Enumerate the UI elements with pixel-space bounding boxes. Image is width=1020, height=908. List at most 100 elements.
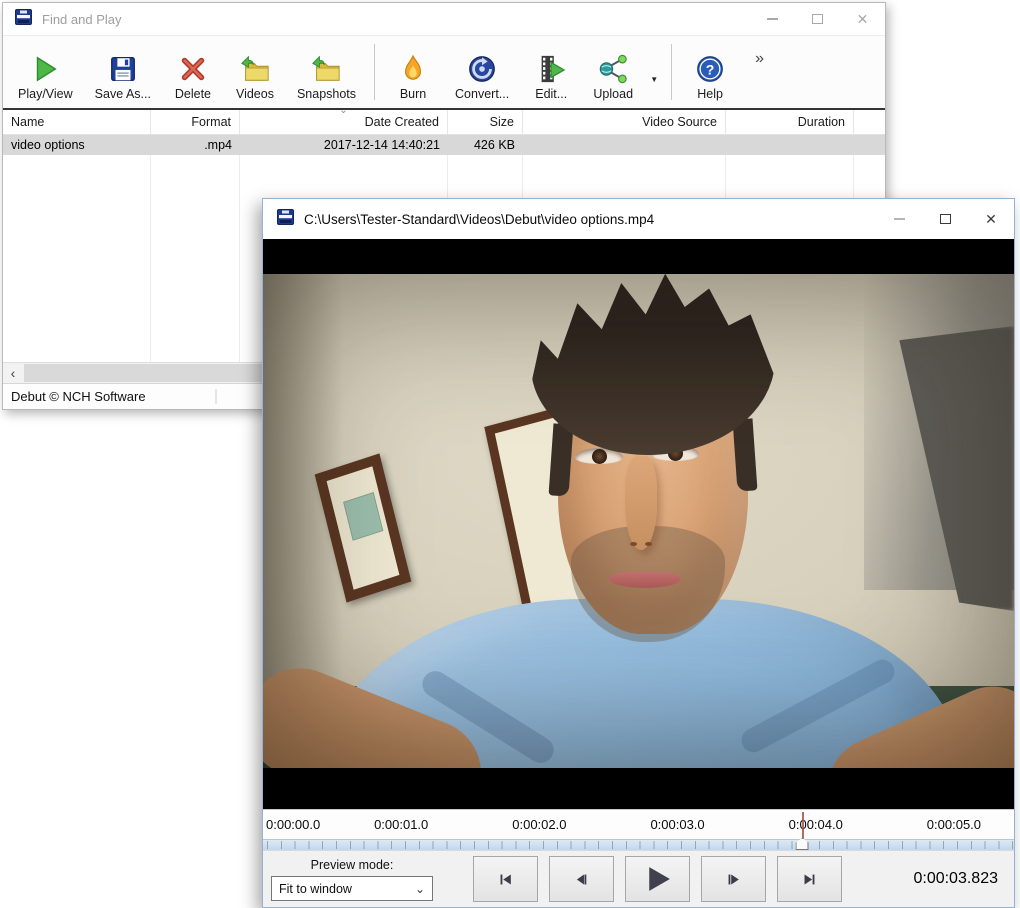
minor-ticks — [267, 841, 1014, 849]
column-header-duration[interactable]: Duration — [726, 110, 854, 134]
player-window-title: C:\Users\Tester-Standard\Videos\Debut\vi… — [304, 212, 654, 227]
timeline-tick-strip[interactable] — [263, 839, 1014, 850]
cell-format: .mp4 — [151, 135, 240, 155]
sort-indicator-icon: ⌄ — [339, 105, 347, 116]
close-icon: ✕ — [985, 212, 997, 226]
toolbar-label: Play/View — [18, 87, 73, 101]
video-display-area — [263, 239, 1014, 809]
next-frame-button[interactable] — [701, 856, 766, 902]
delete-button[interactable]: Delete — [162, 36, 224, 108]
time-tick-label: 0:00:03.0 — [650, 817, 704, 832]
close-button[interactable]: ✕ — [840, 3, 885, 35]
status-text: Debut © NCH Software — [11, 389, 146, 404]
next-frame-icon — [725, 871, 742, 888]
debut-app-icon — [277, 209, 294, 230]
playhead-marker[interactable] — [796, 838, 809, 850]
toolbar-separator — [671, 44, 672, 100]
window-title: Find and Play — [42, 12, 122, 27]
help-button[interactable]: ? Help — [679, 36, 741, 108]
play-button[interactable] — [625, 856, 690, 902]
upload-button[interactable]: Upload — [582, 36, 644, 108]
edit-button[interactable]: Edit... — [520, 36, 582, 108]
playback-time-display: 0:00:03.823 — [913, 870, 998, 888]
save-as-button[interactable]: Save As... — [84, 36, 162, 108]
timeline-ruler[interactable]: 0:00:00.0 0:00:01.0 0:00:02.0 0:00:03.0 … — [263, 809, 1014, 839]
folder-icon — [239, 52, 271, 84]
snapshots-folder-button[interactable]: Snapshots — [286, 36, 367, 108]
column-header-date-created[interactable]: ⌄ Date Created — [240, 110, 448, 134]
toolbar-label: Edit... — [535, 87, 567, 101]
share-upload-icon — [597, 52, 629, 84]
previous-frame-icon — [573, 871, 590, 888]
convert-button[interactable]: Convert... — [444, 36, 520, 108]
playback-control-bar: Preview mode: Fit to window ⌄ — [263, 850, 1014, 907]
player-titlebar[interactable]: C:\Users\Tester-Standard\Videos\Debut\vi… — [263, 199, 1014, 239]
cell-video-source — [523, 135, 726, 155]
play-icon — [643, 864, 673, 894]
close-button[interactable]: ✕ — [968, 199, 1014, 239]
man-sideburn — [733, 418, 758, 491]
go-to-end-icon — [801, 871, 818, 888]
time-tick-label: 0:00:02.0 — [512, 817, 566, 832]
toolbar-overflow-chevron[interactable]: » — [747, 50, 772, 68]
toolbar-label: Videos — [236, 87, 274, 101]
toolbar-separator — [374, 44, 375, 100]
transport-buttons — [473, 856, 842, 902]
upload-dropdown-arrow[interactable]: ▼ — [644, 71, 664, 88]
column-header-name[interactable]: Name — [3, 110, 151, 134]
floppy-disk-icon — [108, 52, 138, 84]
chevron-down-icon: ⌄ — [415, 882, 425, 896]
minimize-button[interactable] — [750, 3, 795, 35]
status-bar-divider — [215, 389, 217, 404]
column-header-format[interactable]: Format — [151, 110, 240, 134]
previous-frame-button[interactable] — [549, 856, 614, 902]
toolbar-label: Burn — [400, 87, 426, 101]
time-tick-label: 0:00:04.0 — [789, 817, 843, 832]
table-row-selected[interactable]: video options .mp4 2017-12-14 14:40:21 4… — [3, 135, 885, 155]
find-and-play-titlebar[interactable]: Find and Play ✕ — [3, 3, 885, 36]
scroll-left-button[interactable]: ‹ — [3, 363, 23, 383]
man-nose — [625, 456, 657, 550]
list-column-headers: Name Format ⌄ Date Created Size Video So… — [3, 110, 885, 135]
preview-mode-select[interactable]: Fit to window ⌄ — [271, 876, 433, 901]
desktop: Find and Play ✕ Play/View Save As... — [0, 0, 1020, 908]
go-to-start-icon — [497, 871, 514, 888]
preview-mode-label: Preview mode: — [271, 858, 433, 872]
playhead-line[interactable] — [802, 812, 804, 839]
videos-folder-button[interactable]: Videos — [224, 36, 286, 108]
debut-app-icon — [15, 9, 32, 30]
toolbar-label: Convert... — [455, 87, 509, 101]
maximize-button[interactable] — [795, 3, 840, 35]
flame-icon — [400, 52, 426, 84]
toolbar-label: Upload — [593, 87, 633, 101]
video-frame-content — [263, 274, 1014, 768]
man-in-blue-shirt — [263, 274, 1014, 768]
time-tick-label: 0:00:00.0 — [266, 817, 320, 832]
delete-x-icon — [178, 52, 208, 84]
column-header-size[interactable]: Size — [448, 110, 523, 134]
column-header-video-source[interactable]: Video Source — [523, 110, 726, 134]
svg-text:?: ? — [706, 62, 715, 78]
toolbar-label: Delete — [175, 87, 211, 101]
cell-duration — [726, 135, 854, 155]
toolbar: Play/View Save As... Delete Videos — [3, 36, 885, 108]
maximize-button[interactable] — [922, 199, 968, 239]
filmstrip-play-icon — [535, 52, 567, 84]
video-player-window: C:\Users\Tester-Standard\Videos\Debut\vi… — [262, 198, 1015, 908]
burn-button[interactable]: Burn — [382, 36, 444, 108]
maximize-icon — [940, 214, 951, 224]
minimize-button[interactable] — [876, 199, 922, 239]
letterbox-top — [263, 239, 1014, 274]
maximize-icon — [812, 14, 823, 24]
preview-mode-group: Preview mode: Fit to window ⌄ — [271, 857, 433, 901]
cell-size: 426 KB — [448, 135, 523, 155]
column-gridline — [150, 155, 151, 362]
go-to-end-button[interactable] — [777, 856, 842, 902]
go-to-start-button[interactable] — [473, 856, 538, 902]
cell-date-created: 2017-12-14 14:40:21 — [240, 135, 448, 155]
letterbox-bottom — [263, 768, 1014, 809]
close-icon: ✕ — [857, 12, 869, 26]
minimize-icon — [767, 18, 778, 20]
play-view-button[interactable]: Play/View — [7, 36, 84, 108]
help-question-icon: ? — [695, 52, 725, 84]
